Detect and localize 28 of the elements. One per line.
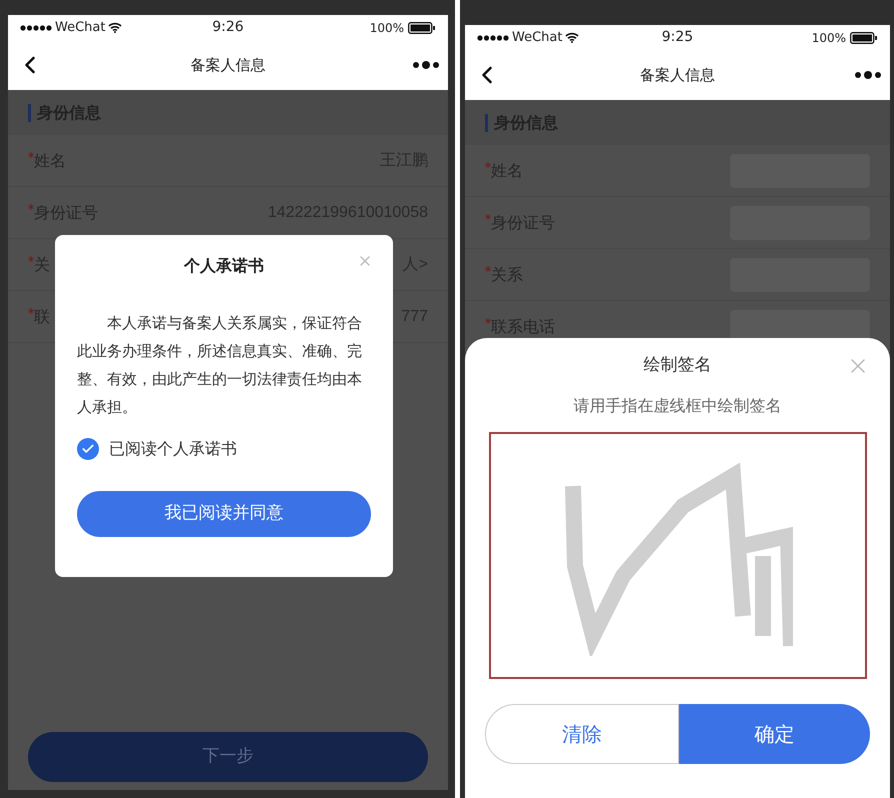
signature-pad[interactable] xyxy=(488,432,866,679)
carrier-name: WeChat xyxy=(55,18,106,37)
next-button[interactable]: 下一步 xyxy=(28,732,428,782)
sheet-title: 绘制签名 xyxy=(644,354,712,378)
more-icon[interactable] xyxy=(412,61,440,69)
sheet-hint: 请用手指在虚线框中绘制签名 xyxy=(574,395,782,417)
signal-icon xyxy=(477,34,509,40)
wifi-icon xyxy=(565,32,580,43)
battery-percent: 100% xyxy=(370,20,404,36)
page-title: 备案人信息 xyxy=(190,54,266,76)
battery-percent: 100% xyxy=(812,30,846,46)
status-time: 9:25 xyxy=(662,28,694,47)
more-icon[interactable] xyxy=(854,71,882,79)
checkbox-label: 已阅读个人承诺书 xyxy=(109,438,237,460)
dialog-body: 本人承诺与备案人关系属实，保证符合此业务办理条件，所述信息真实、准确、完整、有效，由此产生的一切法律责任均由本人承担。 xyxy=(77,313,363,418)
signal-icon xyxy=(20,24,52,30)
status-time: 9:26 xyxy=(212,18,244,37)
checkbox[interactable] xyxy=(77,438,99,460)
carrier-name: WeChat xyxy=(512,28,562,47)
page-title: 备案人信息 xyxy=(640,64,715,86)
dialog-title: 个人承诺书 xyxy=(184,255,264,277)
battery-icon xyxy=(408,22,436,34)
confirm-button[interactable]: 确定 xyxy=(678,704,870,764)
wifi-icon xyxy=(108,22,122,33)
check-icon xyxy=(81,442,95,456)
battery-icon xyxy=(850,32,878,44)
clear-button[interactable]: 清除 xyxy=(485,704,678,764)
agree-button[interactable]: 我已阅读并同意 xyxy=(77,491,371,537)
